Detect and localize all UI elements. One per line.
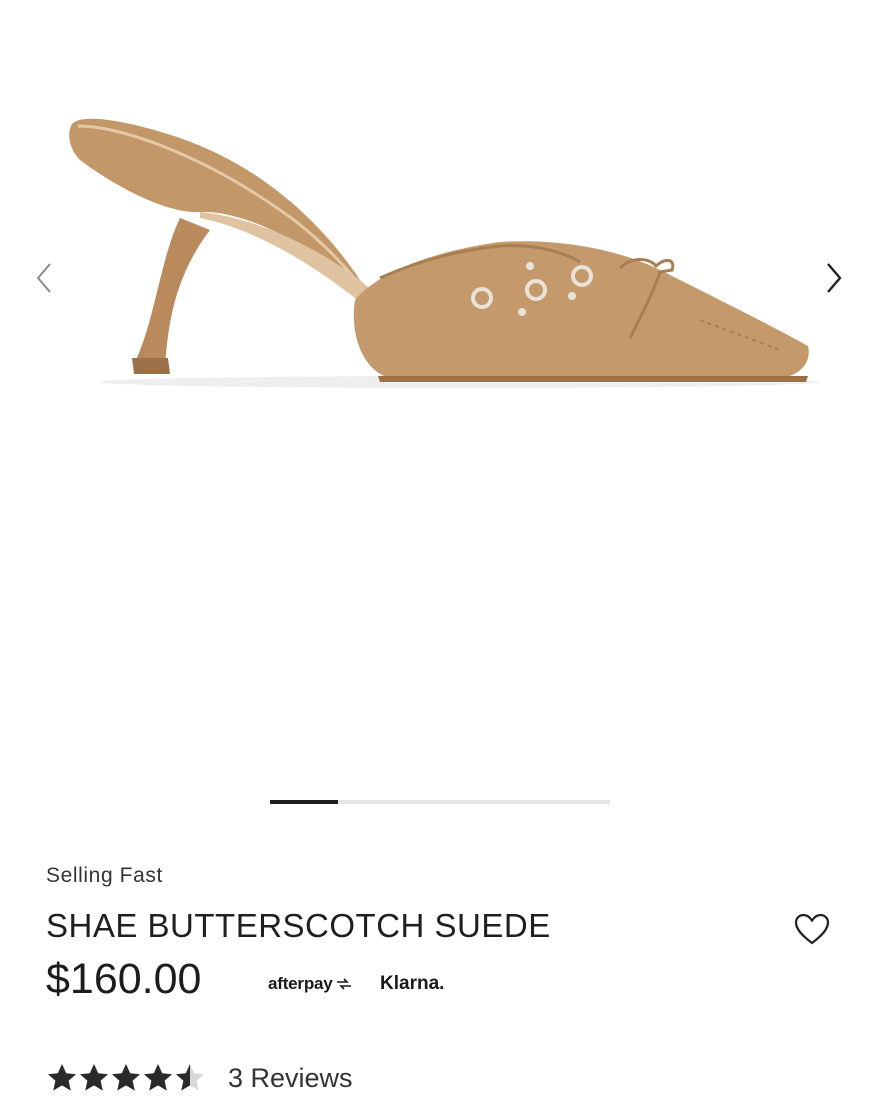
next-image-button[interactable] bbox=[816, 258, 852, 298]
star-icon bbox=[48, 1064, 76, 1091]
star-icon bbox=[144, 1064, 172, 1091]
product-price: $160.00 bbox=[46, 955, 202, 1003]
star-icon bbox=[80, 1064, 108, 1091]
product-rating[interactable]: 3 Reviews bbox=[46, 1062, 353, 1094]
klarna-logo[interactable]: Klarna. bbox=[380, 973, 444, 995]
chevron-right-icon bbox=[827, 263, 842, 293]
heart-outline-icon bbox=[794, 913, 830, 945]
afterpay-label: afterpay bbox=[268, 974, 333, 993]
gallery-progress-bar bbox=[270, 800, 610, 804]
previous-image-button[interactable] bbox=[26, 258, 62, 298]
star-icon bbox=[176, 1064, 204, 1091]
product-image-gallery bbox=[0, 0, 880, 830]
product-title: SHAE BUTTERSCOTCH SUEDE bbox=[46, 907, 551, 944]
product-image bbox=[69, 118, 820, 388]
afterpay-logo[interactable]: afterpay bbox=[268, 974, 353, 994]
chevron-left-icon bbox=[36, 263, 51, 293]
wishlist-button[interactable] bbox=[792, 910, 832, 950]
selling-fast-badge: Selling Fast bbox=[46, 864, 163, 887]
reviews-link[interactable]: 3 Reviews bbox=[228, 1063, 353, 1094]
afterpay-arrows-icon bbox=[336, 978, 351, 990]
gallery-progress-fill bbox=[270, 800, 338, 804]
star-icon bbox=[112, 1064, 140, 1091]
star-rating bbox=[46, 1062, 206, 1094]
